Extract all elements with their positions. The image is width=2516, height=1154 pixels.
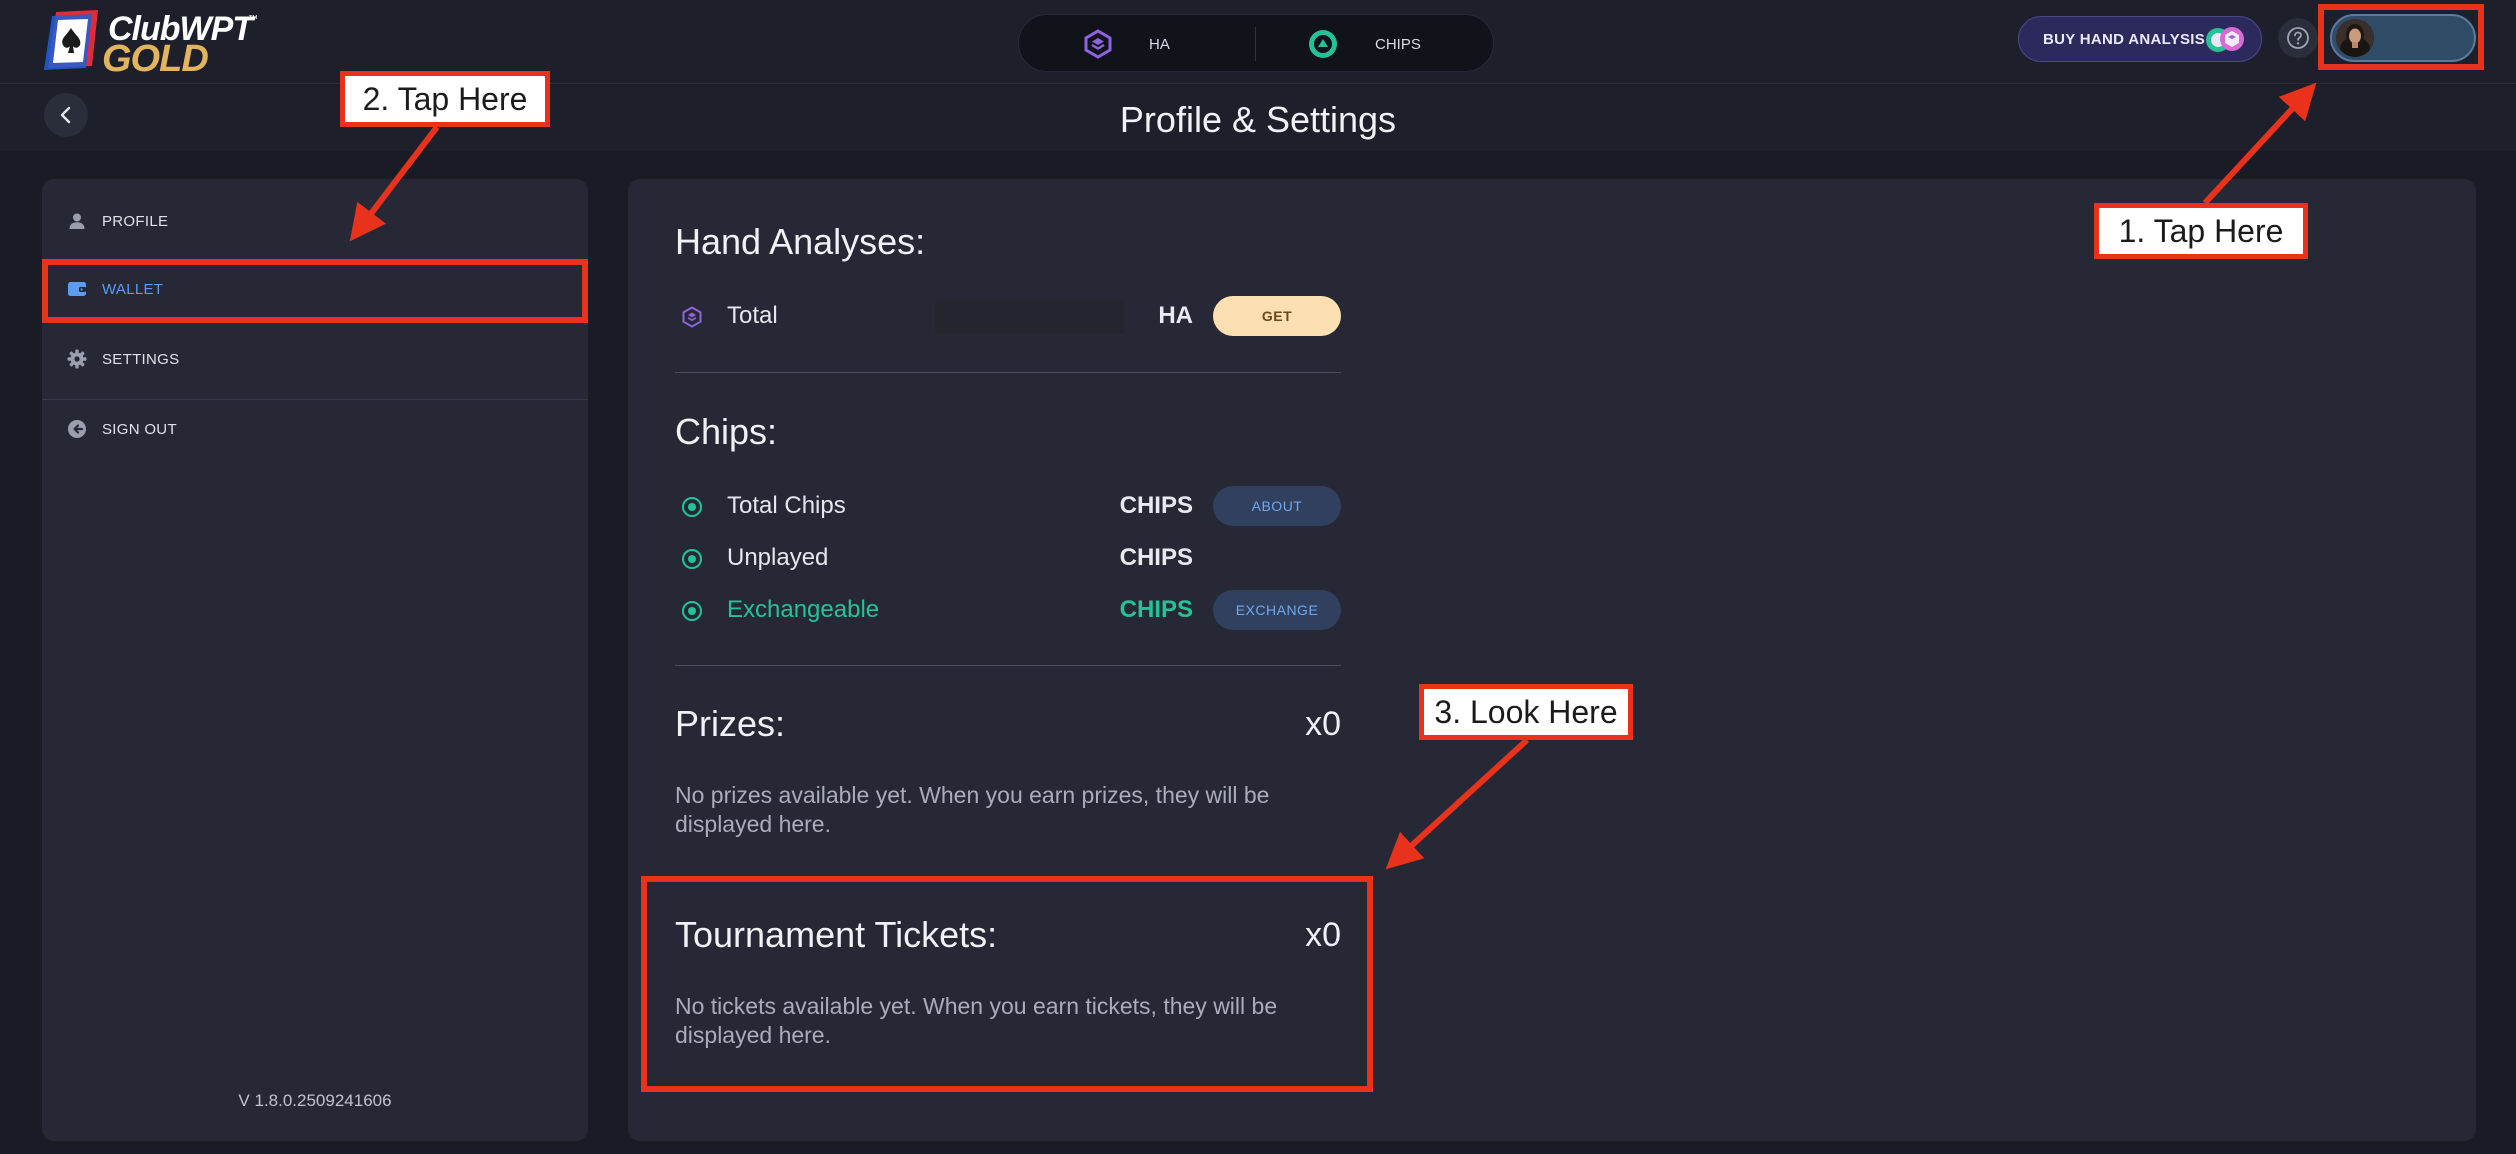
total-chips-unit: CHIPS	[1119, 492, 1193, 519]
ha-value-placeholder	[935, 300, 1125, 334]
total-chips-row: Total Chips CHIPS ABOUT	[675, 486, 1341, 528]
hand-analyses-total-row: Total HA GET	[675, 296, 1341, 338]
section-divider	[675, 372, 1341, 373]
prizes-title: Prizes:	[675, 703, 786, 744]
annotation-step-3: 3. Look Here	[1419, 684, 1633, 740]
sign-out-icon	[66, 418, 88, 440]
ha-label: HA	[1149, 35, 1170, 53]
logo-text-gold: GOLD	[102, 38, 209, 80]
user-icon	[66, 210, 88, 232]
buy-hand-analysis-button[interactable]: BUY HAND ANALYSIS	[2018, 16, 2262, 62]
unplayed-chips-row: Unplayed CHIPS	[675, 538, 1341, 580]
gear-icon	[66, 348, 88, 370]
total-label: Total	[727, 302, 778, 329]
chip-icon	[682, 601, 702, 621]
annotation-step-2: 2. Tap Here	[340, 71, 550, 127]
sidebar-item-label: SETTINGS	[102, 350, 180, 368]
total-chips-label: Total Chips	[727, 492, 846, 519]
question-circle-icon	[2287, 27, 2309, 49]
chips-balance[interactable]: CHIPS	[1307, 15, 1421, 73]
clubwpt-gold-logo[interactable]: ClubWPT ™ GOLD	[42, 8, 272, 80]
chips-label: CHIPS	[1375, 35, 1421, 53]
get-hand-analysis-button[interactable]: GET	[1213, 296, 1341, 336]
app-version: V 1.8.0.2509241606	[238, 1091, 392, 1110]
exchange-button[interactable]: EXCHANGE	[1213, 590, 1341, 630]
exchangeable-label: Exchangeable	[727, 596, 880, 623]
hand-analysis-icon	[1084, 29, 1112, 59]
buy-hand-analysis-label: BUY HAND ANALYSIS	[2043, 30, 2206, 48]
sidebar-item-sign-out[interactable]: SIGN OUT	[42, 395, 588, 463]
settings-sidebar: PROFILE WALLET SETTINGS SIGN OUT V 1.8.0…	[42, 179, 588, 1141]
hand-analyses-title: Hand Analyses:	[675, 221, 926, 262]
logo-trademark: ™	[248, 14, 258, 25]
pill-divider	[1255, 27, 1256, 61]
section-divider	[675, 665, 1341, 666]
ha-balance[interactable]: HA	[1083, 15, 1170, 73]
spade-card-icon	[44, 10, 98, 70]
hand-analysis-icon	[682, 306, 702, 328]
currency-balance-pill[interactable]: HA CHIPS	[1018, 14, 1494, 72]
prizes-count: x0	[1305, 705, 1341, 743]
sidebar-item-profile[interactable]: PROFILE	[42, 187, 588, 255]
annotation-highlight-tickets	[641, 876, 1373, 1092]
help-button[interactable]	[2278, 18, 2318, 58]
chip-icon	[682, 497, 702, 517]
annotation-highlight-avatar	[2318, 4, 2484, 70]
prizes-empty-note: No prizes available yet. When you earn p…	[675, 782, 1270, 837]
chips-title: Chips:	[675, 411, 778, 452]
unplayed-label: Unplayed	[727, 544, 829, 571]
annotation-step-1: 1. Tap Here	[2094, 203, 2308, 259]
hand-analysis-chips-icon	[2206, 27, 2244, 52]
chip-icon	[1309, 30, 1337, 58]
unplayed-unit: CHIPS	[1119, 544, 1193, 571]
sidebar-item-settings[interactable]: SETTINGS	[42, 325, 588, 393]
exchangeable-chips-row: Exchangeable CHIPS EXCHANGE	[675, 590, 1341, 632]
ha-unit: HA	[1158, 302, 1193, 329]
exchangeable-unit: CHIPS	[1119, 596, 1193, 623]
chip-icon	[682, 549, 702, 569]
sidebar-item-label: PROFILE	[102, 212, 169, 230]
sidebar-item-label: SIGN OUT	[102, 420, 177, 438]
about-chips-button[interactable]: ABOUT	[1213, 486, 1341, 526]
annotation-highlight-wallet	[42, 259, 588, 323]
